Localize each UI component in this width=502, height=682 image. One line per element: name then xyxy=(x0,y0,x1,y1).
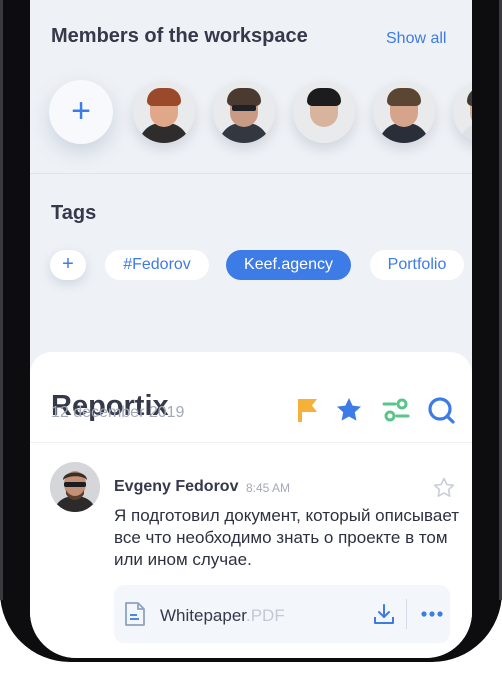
attachment-name: Whitepaper.PDF xyxy=(160,606,285,626)
download-icon[interactable] xyxy=(372,602,396,626)
avatar-hair xyxy=(147,88,181,106)
attachment-divider xyxy=(406,599,407,629)
member-avatar[interactable] xyxy=(213,81,275,143)
document-icon xyxy=(125,602,145,626)
filter-icon[interactable] xyxy=(381,395,411,425)
members-title: Members of the workspace xyxy=(51,25,308,47)
tags-title: Tags xyxy=(51,202,97,224)
tag-chip[interactable]: Portfolio xyxy=(370,250,464,280)
phone-frame: Members of the workspace Show all + Tags… xyxy=(0,0,502,662)
author-avatar[interactable] xyxy=(50,462,100,512)
flag-icon[interactable] xyxy=(293,395,323,425)
star-icon[interactable] xyxy=(334,395,364,425)
members-divider xyxy=(30,173,472,174)
avatar-hair xyxy=(467,88,472,106)
add-member-button[interactable]: + xyxy=(49,80,113,144)
plus-icon: + xyxy=(62,253,74,275)
app-screen: Members of the workspace Show all + Tags… xyxy=(30,0,472,658)
member-avatar[interactable] xyxy=(453,81,472,143)
avatar-hair xyxy=(227,88,261,106)
more-icon[interactable] xyxy=(419,601,445,627)
member-avatar[interactable] xyxy=(373,81,435,143)
attachment-extension: .PDF xyxy=(246,606,285,625)
message-time: 8:45 AM xyxy=(246,481,291,495)
member-avatar[interactable] xyxy=(293,81,355,143)
message-text: Я подготовил документ, который описывает… xyxy=(114,506,460,569)
show-all-link[interactable]: Show all xyxy=(386,30,446,48)
tag-chip[interactable]: #Fedorov xyxy=(105,250,209,280)
avatar-hair xyxy=(307,88,341,106)
project-date: 12 december 2019 xyxy=(51,404,185,421)
add-tag-button[interactable]: + xyxy=(50,250,86,280)
avatar-body xyxy=(459,123,472,143)
avatar-glasses xyxy=(232,105,256,111)
plus-icon: + xyxy=(71,92,91,130)
message-author[interactable]: Evgeny Fedorov xyxy=(114,478,238,496)
attachment-filename: Whitepaper xyxy=(160,606,246,625)
attachment-item[interactable]: Whitepaper.PDF xyxy=(114,585,450,643)
project-card: Reportix 12 december 2019 Evgeny Fedorov… xyxy=(30,352,472,658)
search-icon[interactable] xyxy=(426,395,456,425)
avatar-photo xyxy=(50,462,100,512)
card-divider xyxy=(30,442,472,443)
phone-edge-left xyxy=(0,0,3,600)
avatar-hair xyxy=(387,88,421,106)
member-avatar[interactable] xyxy=(133,81,195,143)
tag-chip-active[interactable]: Keef.agency xyxy=(226,250,351,280)
star-outline-icon[interactable] xyxy=(432,476,456,500)
